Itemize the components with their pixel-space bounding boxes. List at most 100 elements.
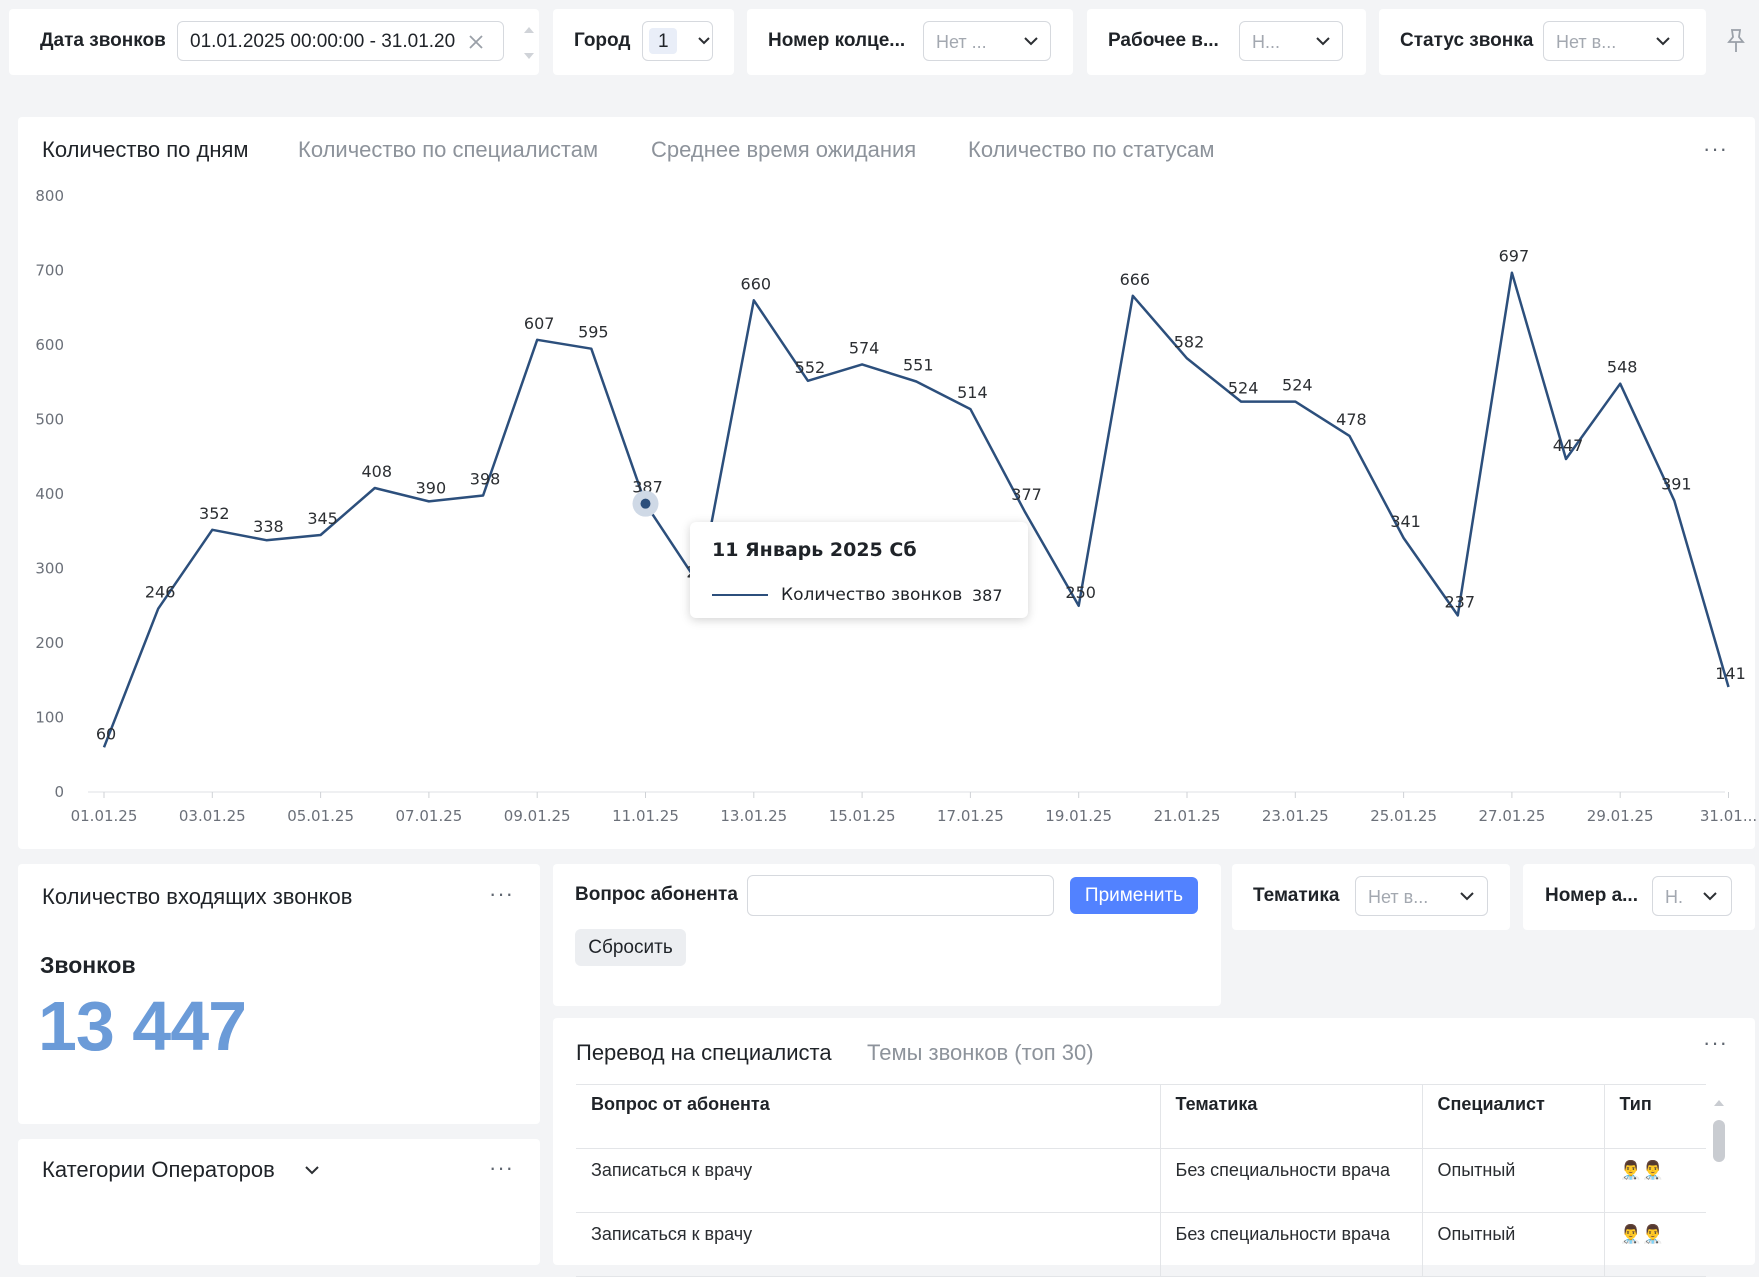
- data-label: 548: [1607, 358, 1638, 377]
- cell-question: Записаться к врачу: [576, 1212, 1161, 1277]
- cell-specialist: Опытный: [1422, 1148, 1605, 1213]
- operator-categories-card: Категории Операторов ···: [18, 1139, 540, 1265]
- tooltip-title: 11 Январь 2025 Сб: [712, 539, 917, 561]
- data-label: 60: [96, 724, 116, 743]
- operator-more-button[interactable]: ···: [489, 1155, 514, 1181]
- tab-call-topics-top30[interactable]: Темы звонков (топ 30): [867, 1040, 1094, 1066]
- table-header-row: Вопрос от абонента Тематика Специалист Т…: [576, 1084, 1706, 1149]
- data-label: 574: [849, 338, 880, 357]
- question-filter-card: Вопрос абонента Применить Сбросить: [553, 864, 1221, 1006]
- incoming-calls-title: Количество входящих звонков: [42, 884, 353, 909]
- question-filter-label: Вопрос абонента: [575, 884, 738, 905]
- cell-type-doctor-icon: 👨‍⚕️👨‍⚕️: [1604, 1212, 1706, 1277]
- number-filter-label: Номер а...: [1545, 885, 1638, 906]
- table-row[interactable]: Записаться к врачу Без специальности вра…: [576, 1212, 1706, 1277]
- y-tick-label: 0: [54, 783, 64, 801]
- tooltip-series-swatch: [712, 594, 768, 596]
- data-label: 391: [1661, 475, 1692, 494]
- data-label: 607: [524, 314, 555, 333]
- topic-filter-label: Тематика: [1253, 885, 1340, 906]
- data-label: 352: [199, 504, 230, 523]
- data-label: 246: [145, 583, 176, 602]
- data-label: 408: [361, 462, 392, 481]
- column-header-topic[interactable]: Тематика: [1160, 1084, 1423, 1149]
- y-tick-label: 100: [35, 709, 64, 727]
- data-label: 595: [578, 323, 609, 342]
- x-tick-label: 21.01.25: [1154, 807, 1221, 825]
- topic-filter-card: Тематика Нет в...: [1232, 864, 1510, 930]
- cell-question: Записаться к врачу: [576, 1148, 1161, 1213]
- data-label: 552: [795, 358, 826, 377]
- data-label: 524: [1228, 379, 1259, 398]
- data-label: 250: [1065, 583, 1096, 602]
- column-header-specialist[interactable]: Специалист: [1422, 1084, 1605, 1149]
- tooltip-value: 387: [972, 586, 1003, 605]
- tab-transfer-to-specialist[interactable]: Перевод на специалиста: [576, 1040, 832, 1066]
- data-label: 660: [741, 274, 772, 293]
- chevron-down-icon[interactable]: [303, 1161, 321, 1179]
- chart-tooltip: 11 Январь 2025 Сб Количество звонков 387: [690, 522, 1028, 618]
- y-tick-label: 800: [35, 187, 64, 205]
- data-label: 697: [1499, 247, 1530, 266]
- data-label: 237: [1444, 592, 1475, 611]
- chevron-down-icon: [1703, 892, 1717, 901]
- x-tick-label: 15.01.25: [829, 807, 896, 825]
- data-label: 141: [1715, 664, 1746, 683]
- table-row[interactable]: Записаться к врачу Без специальности вра…: [576, 1148, 1706, 1213]
- question-input[interactable]: [747, 875, 1054, 916]
- x-tick-label: 29.01.25: [1587, 807, 1654, 825]
- x-tick-label: 13.01.25: [720, 807, 787, 825]
- table-more-button[interactable]: ···: [1703, 1030, 1728, 1056]
- number-filter-card: Номер а... Н.: [1523, 864, 1755, 930]
- data-label: 582: [1174, 332, 1205, 351]
- cell-topic: Без специальности врача: [1160, 1212, 1423, 1277]
- reset-button[interactable]: Сбросить: [575, 929, 686, 966]
- number-select[interactable]: Н.: [1652, 876, 1732, 916]
- topic-placeholder: Нет в...: [1368, 887, 1429, 907]
- y-tick-label: 500: [35, 411, 64, 429]
- data-label: 341: [1390, 512, 1421, 531]
- data-label: 478: [1336, 410, 1367, 429]
- incoming-calls-card: Количество входящих звонков ··· Звонков …: [18, 864, 540, 1124]
- table-scrollbar-thumb[interactable]: [1713, 1120, 1725, 1162]
- data-label: 377: [1011, 485, 1042, 504]
- x-tick-label: 25.01.25: [1370, 807, 1437, 825]
- operator-categories-title[interactable]: Категории Операторов: [42, 1157, 275, 1183]
- x-tick-label: 27.01.25: [1479, 807, 1546, 825]
- cell-topic: Без специальности врача: [1160, 1148, 1423, 1213]
- x-tick-label: 05.01.25: [287, 807, 354, 825]
- column-header-type[interactable]: Тип: [1604, 1084, 1706, 1149]
- metric-value: 13 447: [38, 987, 247, 1065]
- data-label: 524: [1282, 376, 1313, 395]
- topic-select[interactable]: Нет в...: [1355, 876, 1488, 916]
- metric-label: Звонков: [40, 952, 136, 978]
- x-tick-label: 23.01.25: [1262, 807, 1329, 825]
- cell-specialist: Опытный: [1422, 1212, 1605, 1277]
- y-tick-label: 600: [35, 336, 64, 354]
- y-tick-label: 300: [35, 560, 64, 578]
- x-tick-label: 19.01.25: [1045, 807, 1112, 825]
- x-tick-label: 07.01.25: [396, 807, 463, 825]
- y-tick-label: 200: [35, 634, 64, 652]
- tooltip-series-name: Количество звонков: [781, 585, 963, 605]
- column-header-question[interactable]: Вопрос от абонента: [576, 1084, 1161, 1149]
- data-label: 398: [470, 469, 501, 488]
- scroll-up-icon[interactable]: [1712, 1096, 1726, 1108]
- data-label: 447: [1553, 436, 1584, 455]
- data-label: 666: [1120, 270, 1151, 289]
- data-label: 338: [253, 517, 284, 536]
- calls-by-day-chart: 0 100 200 300 400 500 600 700 800 01.01.25 03.01.2…: [35, 187, 1757, 825]
- x-tick-label: 03.01.25: [179, 807, 246, 825]
- y-tick-label: 700: [35, 262, 64, 280]
- data-label: 345: [307, 509, 338, 528]
- hover-point: [640, 498, 651, 509]
- transfer-table: Вопрос от абонента Тематика Специалист Т…: [576, 1084, 1706, 1277]
- incoming-more-button[interactable]: ···: [489, 881, 514, 907]
- data-label: 390: [416, 478, 447, 497]
- x-tick-label: 09.01.25: [504, 807, 571, 825]
- apply-button[interactable]: Применить: [1070, 877, 1198, 914]
- x-tick-label: 17.01.25: [937, 807, 1004, 825]
- data-label: 551: [903, 356, 934, 375]
- x-tick-label: 01.01.25: [71, 807, 138, 825]
- data-label: 514: [957, 383, 988, 402]
